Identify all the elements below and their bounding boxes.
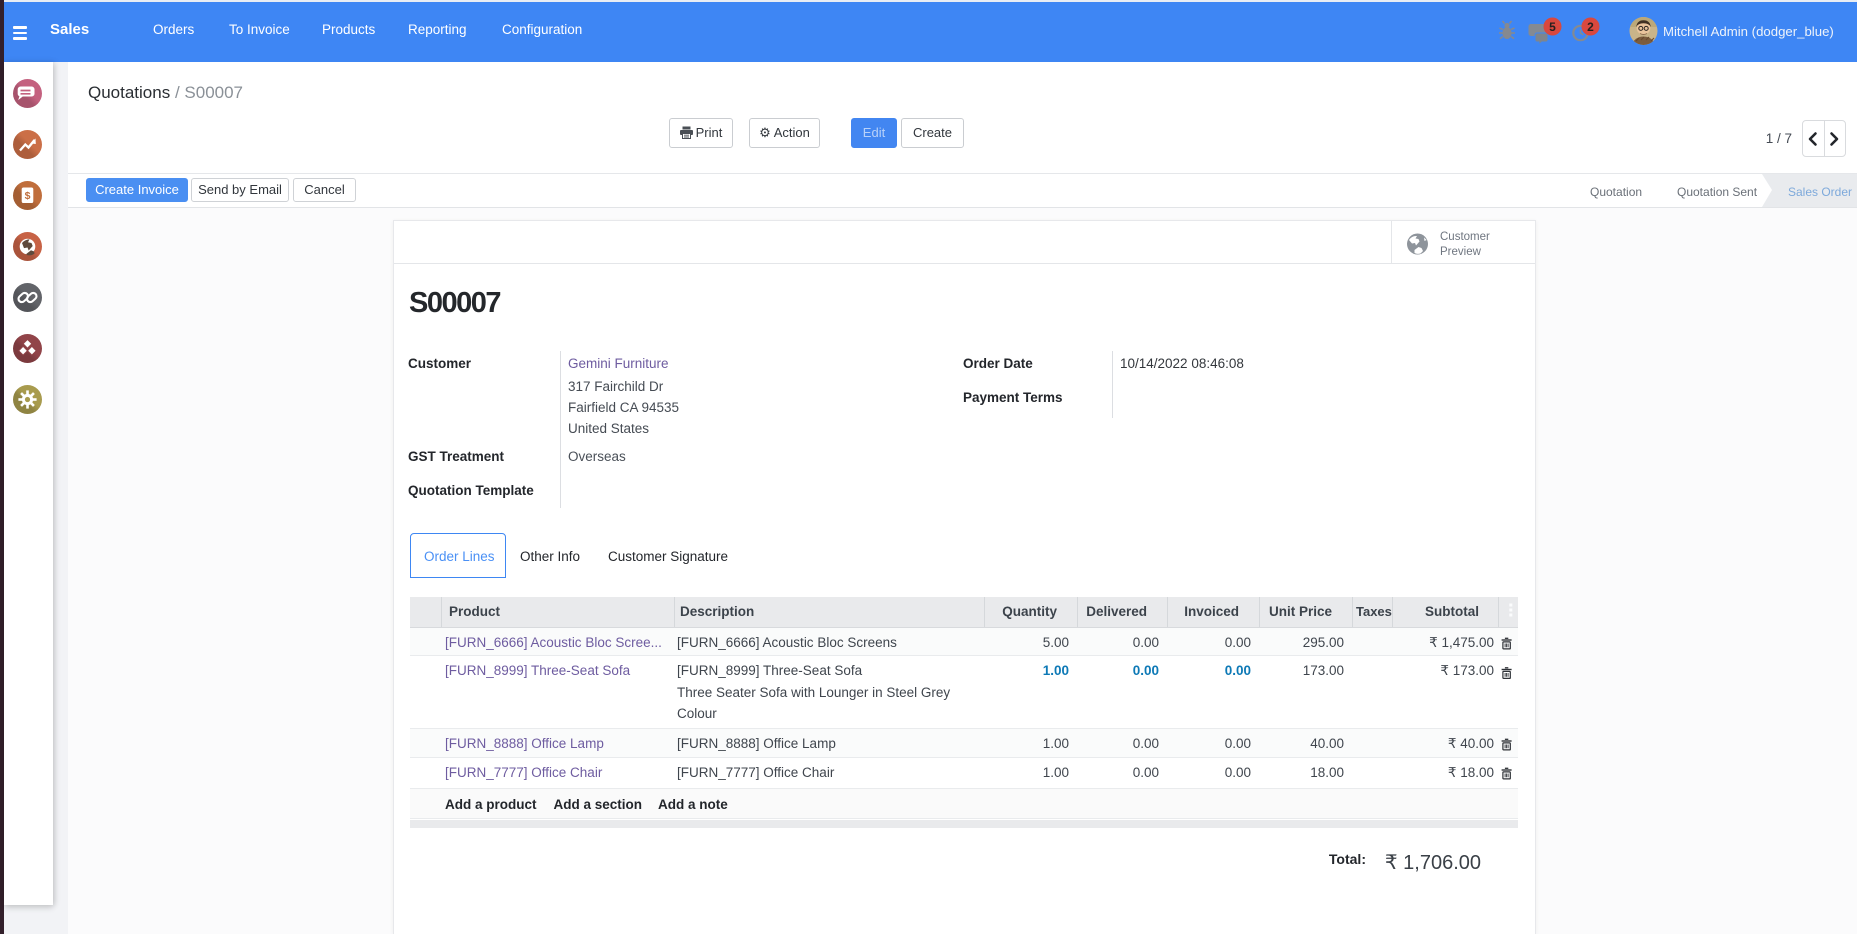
svg-text:2: 2 — [1587, 20, 1594, 34]
svg-text:5: 5 — [1549, 20, 1556, 34]
